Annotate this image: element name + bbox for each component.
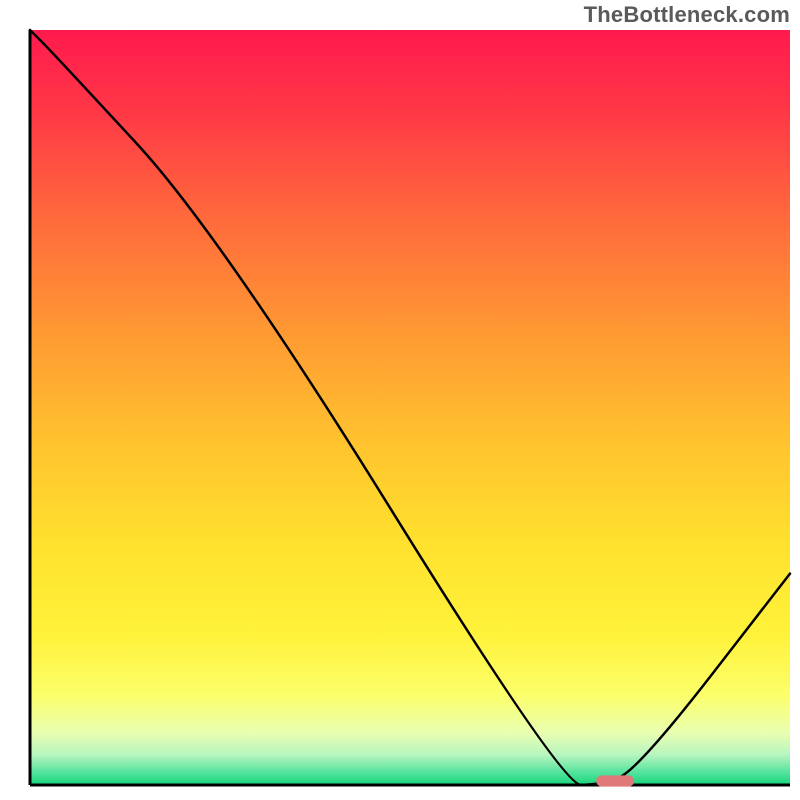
chart-svg (0, 0, 800, 800)
optimal-marker (596, 775, 634, 786)
plot-background (30, 30, 790, 785)
bottleneck-chart: TheBottleneck.com (0, 0, 800, 800)
